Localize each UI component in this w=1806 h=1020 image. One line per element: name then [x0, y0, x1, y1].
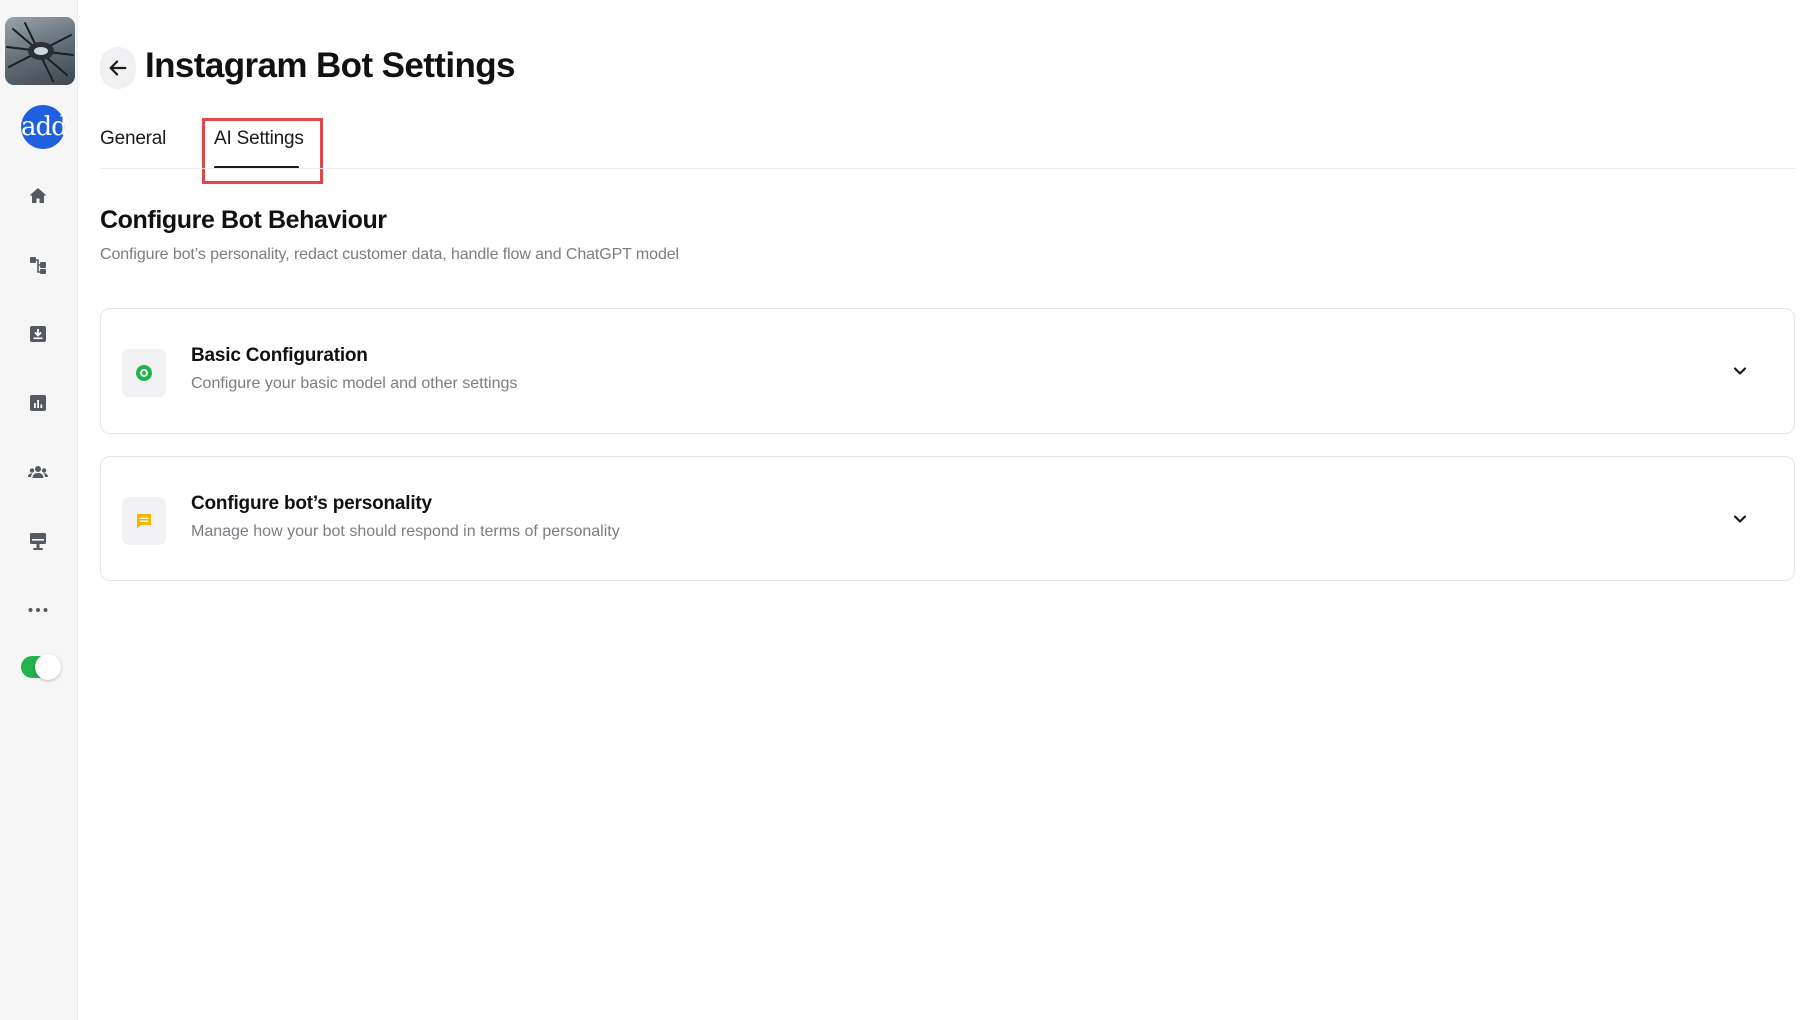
- arrow-left-icon: [109, 60, 127, 76]
- basic-configuration-card[interactable]: Basic Configuration Configure your basic…: [100, 308, 1795, 434]
- contacts-icon[interactable]: [26, 460, 50, 484]
- analytics-icon[interactable]: [26, 391, 50, 415]
- card-title: Configure bot’s personality: [191, 493, 432, 514]
- workspace-logo[interactable]: [5, 17, 75, 85]
- avatar[interactable]: add: [21, 105, 68, 149]
- sidebar: add: [0, 0, 78, 1020]
- chevron-down-icon[interactable]: [1730, 509, 1750, 529]
- back-button[interactable]: [100, 47, 136, 89]
- more-icon[interactable]: [26, 598, 50, 622]
- page-title: Instagram Bot Settings: [145, 46, 516, 85]
- card-title: Basic Configuration: [191, 345, 368, 366]
- section-description: Configure bot’s personality, redact cust…: [100, 246, 679, 263]
- home-icon[interactable]: [26, 184, 50, 208]
- status-toggle[interactable]: [21, 654, 61, 680]
- inbox-download-icon[interactable]: [26, 322, 50, 346]
- tabs-divider: [100, 168, 1796, 169]
- card-description: Configure your basic model and other set…: [191, 375, 518, 392]
- chevron-down-icon[interactable]: [1730, 361, 1750, 381]
- basic-config-icon: [122, 349, 166, 397]
- chat-icon: [122, 497, 166, 545]
- section-title: Configure Bot Behaviour: [100, 206, 387, 234]
- kiosk-icon[interactable]: [26, 529, 50, 553]
- tab-general[interactable]: General: [100, 128, 166, 150]
- flows-icon[interactable]: [26, 253, 50, 277]
- toggle-knob: [35, 654, 61, 680]
- card-description: Manage how your bot should respond in te…: [191, 523, 620, 540]
- tab-highlight-box: [202, 118, 323, 184]
- bot-personality-card[interactable]: Configure bot’s personality Manage how y…: [100, 456, 1795, 581]
